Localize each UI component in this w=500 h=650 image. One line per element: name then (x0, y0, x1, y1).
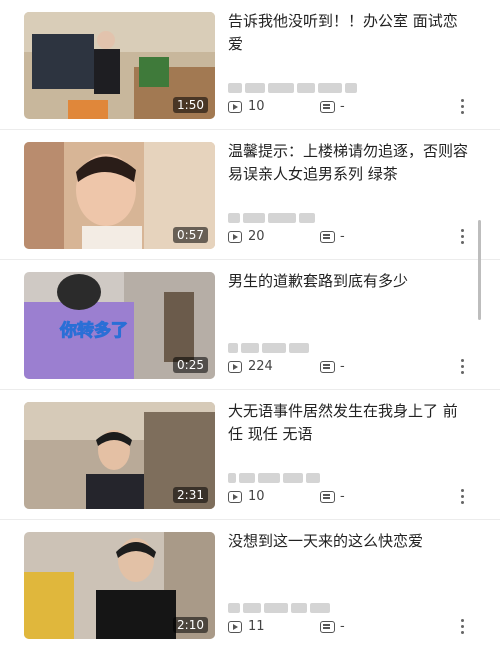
author-name-blurred (228, 468, 323, 483)
more-vertical-icon[interactable] (460, 229, 464, 247)
video-meta: 10 - (228, 489, 478, 507)
comment-count: - (340, 359, 345, 374)
video-item[interactable]: 2:10 没想到这一天来的这么快恋爱 11 - (0, 520, 500, 650)
video-duration: 0:25 (173, 357, 208, 373)
more-vertical-icon[interactable] (460, 489, 464, 507)
thumbnail-caption: 你转多了 (60, 321, 129, 342)
more-vertical-icon[interactable] (460, 99, 464, 117)
comment-count: - (340, 489, 345, 504)
comment-icon (320, 101, 335, 113)
author-name-blurred (228, 78, 360, 93)
video-duration: 0:57 (173, 227, 208, 243)
author-name-blurred (228, 598, 333, 613)
video-thumbnail[interactable]: 0:57 (24, 142, 215, 249)
more-vertical-icon[interactable] (460, 619, 464, 637)
comment-icon (320, 491, 335, 503)
video-duration: 2:10 (173, 617, 208, 633)
video-item[interactable]: 你转多了 0:25 男生的道歉套路到底有多少 224 - (0, 260, 500, 390)
video-meta: 10 - (228, 99, 478, 117)
more-vertical-icon[interactable] (460, 359, 464, 377)
view-count: 10 (248, 489, 265, 504)
video-title[interactable]: 告诉我他没听到！！办公室 面试恋爱 (228, 10, 468, 56)
play-icon (228, 231, 242, 243)
video-title[interactable]: 大无语事件居然发生在我身上了 前任 现任 无语 (228, 400, 468, 446)
play-icon (228, 491, 242, 503)
video-meta: 11 - (228, 619, 478, 637)
video-title[interactable]: 没想到这一天来的这么快恋爱 (228, 530, 468, 553)
comment-icon (320, 361, 335, 373)
view-count: 20 (248, 229, 265, 244)
scrollbar[interactable] (478, 220, 481, 320)
view-count: 11 (248, 619, 265, 634)
video-thumbnail[interactable]: 1:50 (24, 12, 215, 119)
video-item[interactable]: 0:57 温馨提示：上楼梯请勿追逐，否则容易误亲人女追男系列 绿茶 20 - (0, 130, 500, 260)
video-duration: 1:50 (173, 97, 208, 113)
view-count: 10 (248, 99, 265, 114)
video-thumbnail[interactable]: 2:10 (24, 532, 215, 639)
author-name-blurred (228, 208, 318, 223)
video-duration: 2:31 (173, 487, 208, 503)
comment-icon (320, 231, 335, 243)
comment-icon (320, 621, 335, 633)
comment-count: - (340, 619, 345, 634)
view-count: 224 (248, 359, 273, 374)
video-item[interactable]: 1:50 告诉我他没听到！！办公室 面试恋爱 10 - (0, 0, 500, 130)
comment-count: - (340, 99, 345, 114)
video-title[interactable]: 男生的道歉套路到底有多少 (228, 270, 468, 293)
video-title[interactable]: 温馨提示：上楼梯请勿追逐，否则容易误亲人女追男系列 绿茶 (228, 140, 468, 186)
play-icon (228, 101, 242, 113)
play-icon (228, 361, 242, 373)
video-thumbnail[interactable]: 2:31 (24, 402, 215, 509)
video-meta: 20 - (228, 229, 478, 247)
video-item[interactable]: 2:31 大无语事件居然发生在我身上了 前任 现任 无语 10 - (0, 390, 500, 520)
play-icon (228, 621, 242, 633)
video-thumbnail[interactable]: 你转多了 0:25 (24, 272, 215, 379)
comment-count: - (340, 229, 345, 244)
author-name-blurred (228, 338, 312, 353)
video-meta: 224 - (228, 359, 478, 377)
